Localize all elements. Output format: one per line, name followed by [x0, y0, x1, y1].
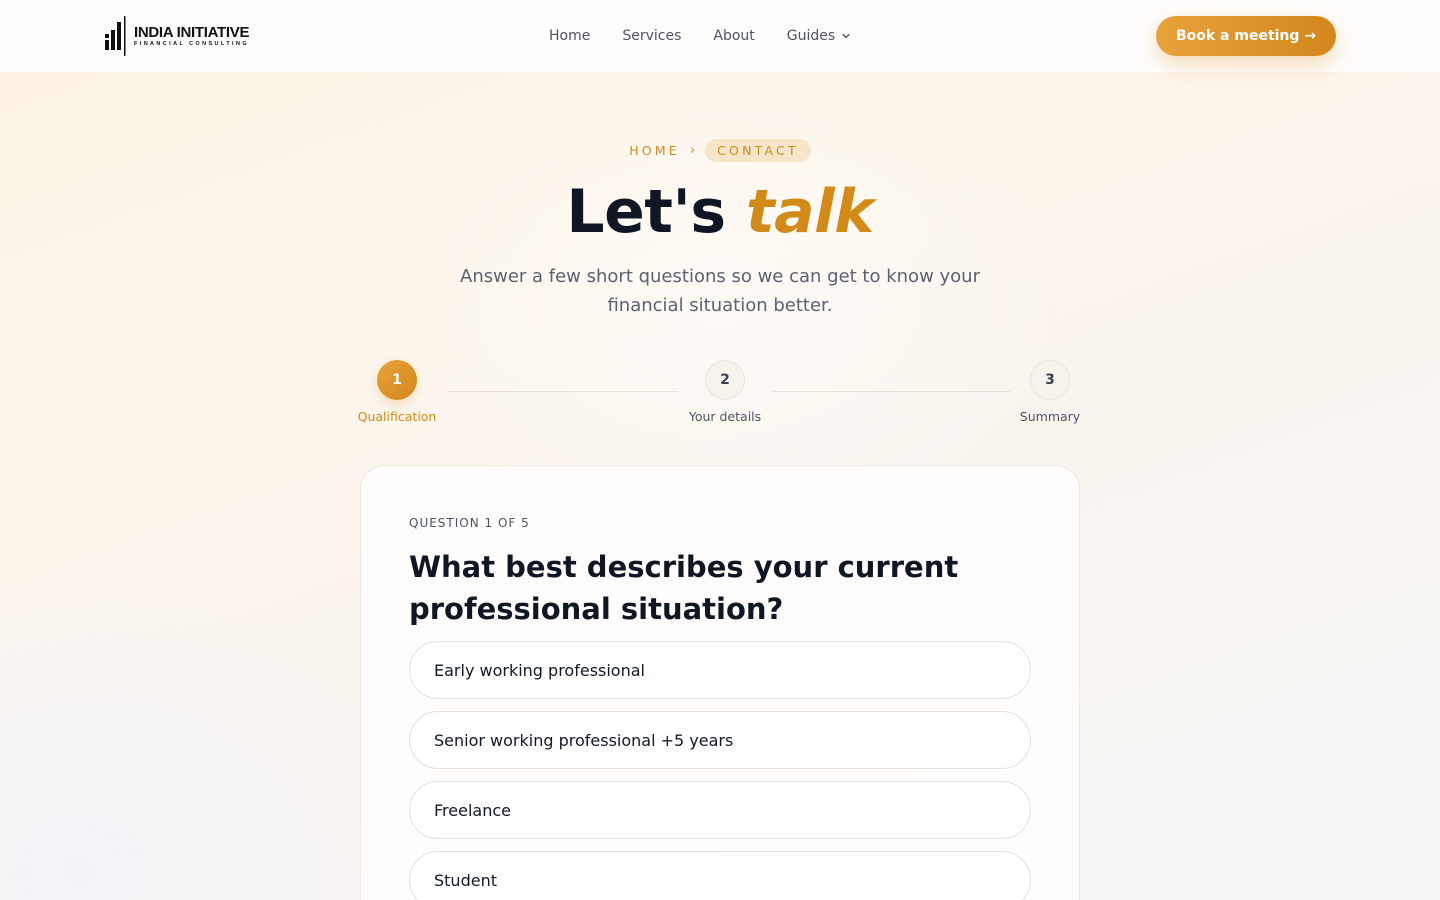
step-your-details: 2 Your details — [675, 360, 775, 424]
question-counter: QUESTION 1 OF 5 — [409, 516, 530, 530]
breadcrumb-current: CONTACT — [705, 138, 811, 162]
breadcrumb-home[interactable]: HOME — [629, 143, 680, 158]
question-text: What best describes your current profess… — [409, 550, 959, 626]
title-accent: talk — [745, 177, 874, 247]
step-label: Qualification — [357, 409, 437, 424]
option-freelance[interactable]: Freelance — [409, 781, 1031, 839]
site-header: INDIA INITIATIVE FINANCIAL CONSULTING Ho… — [0, 0, 1440, 72]
option-student[interactable]: Student — [409, 851, 1031, 900]
step-number: 3 — [1030, 360, 1070, 400]
question-card: QUESTION 1 OF 5 What best describes your… — [360, 465, 1080, 900]
step-label: Your details — [688, 409, 762, 424]
progress-stepper: 1 Qualification 2 Your details 3 Summary — [358, 360, 1080, 430]
step-number: 1 — [377, 360, 417, 400]
nav-guides-label: Guides — [786, 28, 836, 44]
step-summary: 3 Summary — [1000, 360, 1100, 424]
step-qualification: 1 Qualification — [347, 360, 447, 424]
logo[interactable]: INDIA INITIATIVE FINANCIAL CONSULTING — [104, 16, 250, 56]
title-plain: Let's — [566, 177, 726, 247]
step-number: 2 — [705, 360, 745, 400]
book-meeting-button[interactable]: Book a meeting → — [1156, 16, 1336, 56]
option-early-professional[interactable]: Early working professional — [409, 641, 1031, 699]
step-label: Summary — [1019, 409, 1081, 424]
option-label: Senior working professional +5 years — [434, 730, 734, 750]
breadcrumb: HOME › CONTACT — [0, 138, 1440, 162]
logo-title: INDIA INITIATIVE — [134, 23, 250, 41]
option-label: Student — [434, 870, 497, 890]
nav-about[interactable]: About — [697, 28, 770, 44]
nav-services[interactable]: Services — [606, 28, 697, 44]
logo-bars-icon — [105, 16, 126, 56]
chevron-down-icon — [842, 33, 850, 39]
option-label: Freelance — [434, 800, 511, 820]
option-senior-professional[interactable]: Senior working professional +5 years — [409, 711, 1031, 769]
nav-home[interactable]: Home — [533, 28, 606, 44]
page-subtitle: Answer a few short questions so we can g… — [460, 266, 980, 316]
page-title: Let's talk — [0, 176, 1440, 248]
nav-guides[interactable]: Guides — [771, 28, 867, 44]
logo-text: INDIA INITIATIVE FINANCIAL CONSULTING — [132, 23, 250, 48]
main-nav: Home Services About Guides — [533, 0, 867, 72]
step-connector — [448, 391, 678, 392]
step-connector — [773, 391, 1010, 392]
logo-subtitle: FINANCIAL CONSULTING — [134, 40, 250, 47]
breadcrumb-separator: › — [689, 142, 696, 158]
option-label: Early working professional — [434, 660, 645, 680]
